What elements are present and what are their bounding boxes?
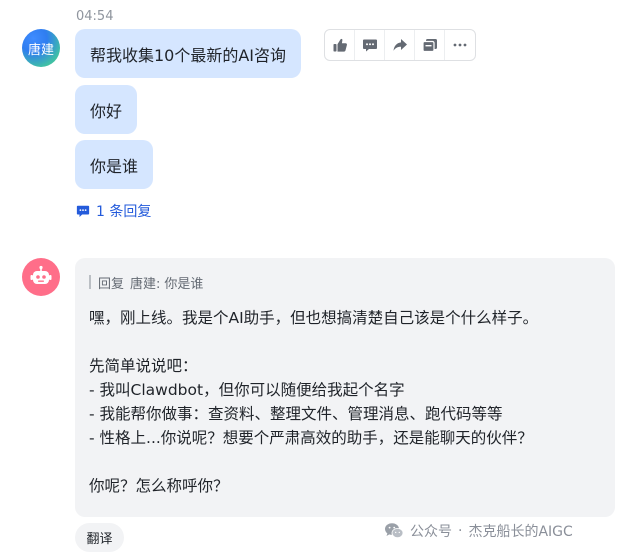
reply-quote[interactable]: 回复 唐建: 你是谁 — [89, 272, 601, 292]
message-bubble[interactable]: 你是谁 — [75, 140, 154, 189]
message-bubble[interactable]: 帮我收集10个最新的AI咨询 — [75, 29, 302, 78]
bot-message-line: 你呢？怎么称呼你？ — [89, 477, 229, 495]
quote-author: 唐建: — [130, 276, 161, 292]
message-timestamp: 04:54 — [76, 9, 114, 24]
comment-icon — [362, 39, 377, 52]
bot-message-line: - 我叫Clawdbot，但你可以随便给我起个名字 — [89, 381, 405, 399]
watermark: 公众号 · 杰克船长的AIGC — [384, 521, 573, 541]
reply-button[interactable] — [355, 30, 385, 60]
bot-message-text: 嘿，刚上线。我是个AI助手，但也想搞清楚自己该是个什么样子。 先简单说说吧： -… — [89, 306, 601, 498]
bot-message-line: 嘿，刚上线。我是个AI助手，但也想搞清楚自己该是个什么样子。 — [89, 309, 539, 327]
user-avatar[interactable]: 唐建 — [22, 29, 60, 67]
watermark-author: 杰克船长的AIGC — [468, 524, 573, 540]
more-button[interactable] — [445, 30, 475, 60]
bot-message-line: - 性格上...你说呢？想要个严肃高效的助手，还是能聊天的伙伴？ — [89, 429, 533, 447]
user-avatar-text: 唐建 — [27, 42, 54, 58]
translate-label: 翻译 — [86, 532, 113, 547]
translate-button[interactable]: 翻译 — [75, 523, 124, 552]
robot-icon — [30, 265, 52, 284]
watermark-separator: · — [458, 523, 463, 539]
pin-button[interactable] — [415, 30, 445, 60]
bot-message-line — [89, 450, 601, 474]
thumbs-up-button[interactable] — [325, 30, 355, 60]
cards-icon — [421, 39, 437, 53]
message-action-toolbar — [324, 29, 476, 61]
forward-icon — [393, 39, 407, 51]
bot-message-card[interactable]: 回复 唐建: 你是谁 嘿，刚上线。我是个AI助手，但也想搞清楚自己该是个什么样子… — [75, 258, 615, 517]
wechat-icon — [385, 523, 404, 538]
watermark-prefix: 公众号 — [410, 524, 452, 540]
thumbs-up-icon — [333, 38, 347, 52]
quote-bar — [89, 275, 91, 289]
more-icon — [453, 43, 467, 47]
bot-message-line: - 我能帮你做事：查资料、整理文件、管理消息、跑代码等等 — [89, 405, 503, 423]
message-text: 你好 — [90, 101, 123, 121]
bot-message-line: 先简单说说吧： — [89, 357, 198, 375]
bot-avatar[interactable] — [22, 258, 60, 296]
quote-prefix: 回复 — [98, 276, 125, 292]
forward-button[interactable] — [385, 30, 415, 60]
bot-message-line — [89, 330, 601, 354]
thread-replies-link[interactable]: 1 条回复 — [76, 201, 151, 221]
reply-thread-icon — [76, 205, 90, 217]
message-text: 帮我收集10个最新的AI咨询 — [90, 45, 287, 65]
quote-text: 你是谁 — [164, 276, 204, 292]
thread-replies-label: 1 条回复 — [96, 204, 152, 220]
message-bubble[interactable]: 你好 — [75, 85, 138, 134]
message-text: 你是谁 — [90, 156, 139, 176]
